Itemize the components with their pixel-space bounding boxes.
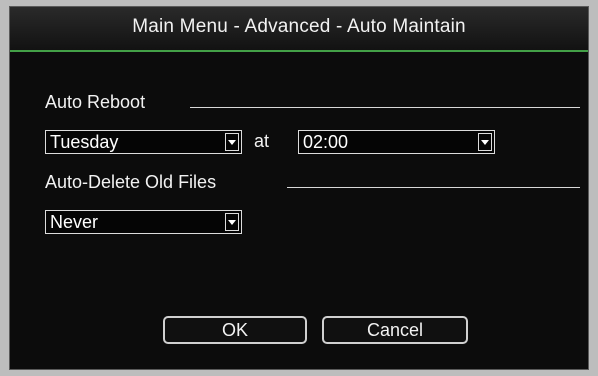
auto-delete-divider (287, 187, 580, 188)
auto-delete-label: Auto-Delete Old Files (45, 172, 217, 192)
chevron-down-icon[interactable] (478, 133, 492, 151)
auto-delete-select[interactable]: Never (45, 210, 242, 234)
cancel-button[interactable]: Cancel (322, 316, 468, 344)
reboot-day-select[interactable]: Tuesday (45, 130, 242, 154)
auto-maintain-dialog: Main Menu - Advanced - Auto Maintain Aut… (9, 6, 589, 370)
chevron-down-icon[interactable] (225, 133, 239, 151)
reboot-time-value: 02:00 (303, 132, 349, 152)
dialog-title: Main Menu - Advanced - Auto Maintain (132, 16, 466, 37)
title-bar: Main Menu - Advanced - Auto Maintain (10, 7, 588, 52)
auto-reboot-divider (190, 107, 580, 108)
auto-delete-value: Never (50, 212, 99, 232)
auto-reboot-label: Auto Reboot (45, 92, 146, 112)
reboot-time-select[interactable]: 02:00 (298, 130, 495, 154)
at-label: at (254, 131, 270, 151)
ok-button[interactable]: OK (163, 316, 307, 344)
reboot-day-value: Tuesday (50, 132, 119, 152)
chevron-down-icon[interactable] (225, 213, 239, 231)
